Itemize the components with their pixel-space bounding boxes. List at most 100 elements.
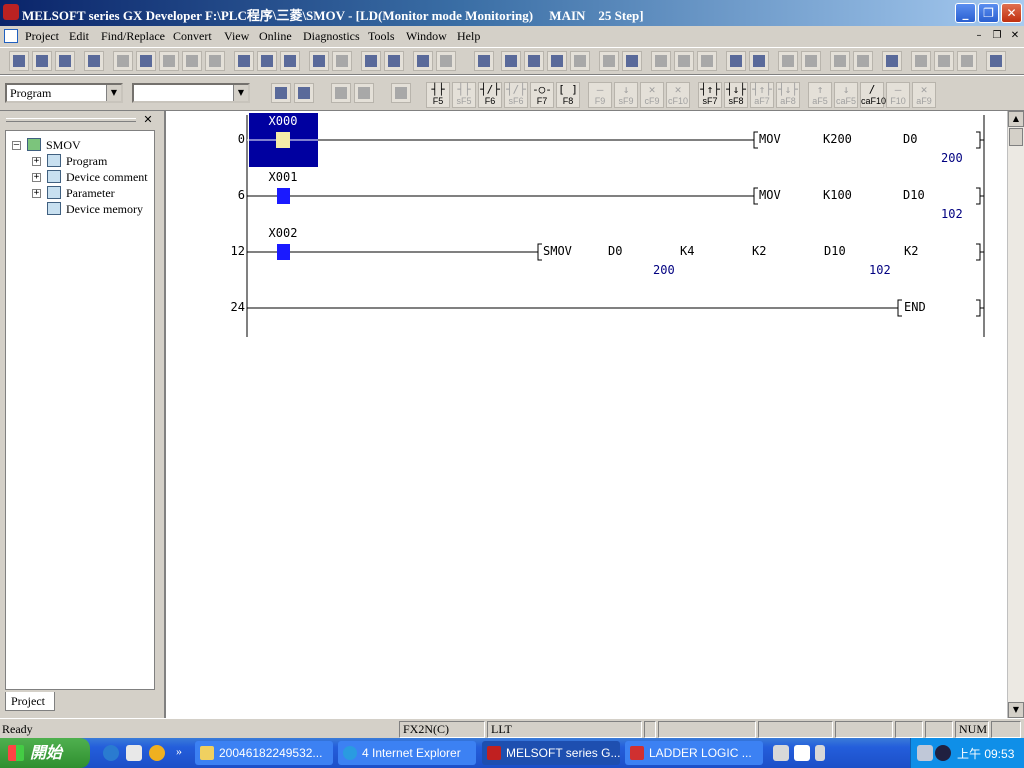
list-view-button[interactable] [294,83,314,103]
ladder-tool-3-button[interactable] [697,51,717,71]
application-instruction-button[interactable]: [ ] F8 [556,82,580,108]
start-button[interactable]: 開始 [0,738,90,768]
menu-diagnostics[interactable]: Diagnostics [303,29,360,44]
data-type-select[interactable]: Program ▼ [5,83,123,103]
tree-item-parameter[interactable]: Parameter [66,186,115,201]
scroll-up-button[interactable]: ▲ [1008,111,1024,127]
open-contact-button[interactable]: ┤├ F5 [426,82,450,108]
tree-item-device-comment[interactable]: Device comment [66,170,148,185]
menu-project[interactable]: Project [25,29,59,44]
task-folder[interactable]: 20046182249532... [195,741,333,765]
diagnostics-1-button[interactable] [830,51,850,71]
menu-view[interactable]: View [224,29,249,44]
menu-tools[interactable]: Tools [368,29,395,44]
closed-branch-button[interactable]: ┤/├ sF6 [504,82,528,108]
rung-12[interactable]: 12 X002 SMOV D0 K4 K2 D10 K2 200 102 [231,226,984,277]
paste-button[interactable] [159,51,179,71]
quicklaunch-more-icon[interactable]: » [176,744,182,759]
step-search-button[interactable] [280,51,300,71]
menu-online[interactable]: Online [259,29,292,44]
scroll-down-button[interactable]: ▼ [1008,702,1024,718]
rung-0[interactable]: 0 X000 MOV K200 D0 200 [238,113,984,167]
tree-item-smov[interactable]: SMOV [46,138,81,153]
instruction-search-button[interactable] [257,51,277,71]
tree-item-program[interactable]: Program [66,154,107,169]
window-layout-button[interactable] [986,51,1006,71]
sfc-2-button[interactable] [801,51,821,71]
read-mode-button[interactable] [599,51,619,71]
entry-data-monitor-button[interactable] [749,51,769,71]
sfc-button[interactable] [778,51,798,71]
document-icon[interactable] [4,29,18,43]
falling-pulse-button[interactable]: ┤↓├ sF8 [724,82,748,108]
mdi-minimize-button[interactable]: – [972,29,986,43]
invert-button[interactable]: / caF10 [860,82,886,108]
vertical-line-button[interactable]: ↓ sF9 [614,82,638,108]
line-draw-button[interactable]: — F10 [886,82,910,108]
zoom-in-button[interactable] [361,51,381,71]
maximize-button[interactable]: ❐ [978,3,999,23]
operation-rising-button[interactable]: ↑ aF5 [808,82,832,108]
redo-button[interactable] [205,51,225,71]
undo-button[interactable] [182,51,202,71]
title-bar[interactable]: MELSOFT series GX Developer F:\PLC程序\三菱\… [0,0,1024,26]
open-branch-button[interactable]: ┤├ sF5 [452,82,476,108]
collapse-icon[interactable]: – [12,141,21,150]
vertical-scrollbar[interactable]: ▲ ▼ [1007,111,1024,718]
help-2-button[interactable] [934,51,954,71]
media-quicklaunch-icon[interactable] [149,745,165,761]
rung-24[interactable]: 24 END [231,299,984,317]
ie-quicklaunch-icon[interactable] [103,745,119,761]
zoom-out-button[interactable] [384,51,404,71]
statement-button[interactable] [501,51,521,71]
horizontal-line-button[interactable]: — F9 [588,82,612,108]
read-from-plc-button[interactable] [332,51,352,71]
write-to-plc-button[interactable] [309,51,329,71]
task-internet-explorer[interactable]: 4 Internet Explorer [338,741,476,765]
monitor-mode-button[interactable] [547,51,567,71]
expand-icon[interactable]: + [32,189,41,198]
falling-pulse-branch-button[interactable]: ┤↓├ aF8 [776,82,800,108]
tree-item-device-memory[interactable]: Device memory [66,202,143,217]
minimize-button[interactable]: _ [955,3,976,23]
copy-button[interactable] [136,51,156,71]
explorer-quicklaunch-icon[interactable] [126,745,142,761]
find-button[interactable] [882,51,902,71]
open-project-button[interactable] [32,51,52,71]
menu-find-replace[interactable]: Find/Replace [101,29,165,44]
diagnostics-2-button[interactable] [853,51,873,71]
new-project-button[interactable] [9,51,29,71]
delete-horizontal-button[interactable]: ✕ cF9 [640,82,664,108]
rung-6[interactable]: 6 X001 MOV K100 D10 102 [238,170,984,221]
ladder-tool-2-button[interactable] [674,51,694,71]
print-button[interactable] [84,51,104,71]
keyboard-icon[interactable] [773,745,789,761]
task-melsoft[interactable]: MELSOFT series G... [482,741,620,765]
help-1-button[interactable] [911,51,931,71]
close-button[interactable]: ✕ [1001,3,1022,23]
closed-contact-button[interactable]: ┤/├ F6 [478,82,502,108]
delete-vertical-button[interactable]: ✕ cF10 [666,82,690,108]
expand-icon[interactable]: + [32,157,41,166]
monitor-button[interactable] [413,51,433,71]
read-mode-ladder-button[interactable] [331,83,351,103]
save-button[interactable] [55,51,75,71]
menu-edit[interactable]: Edit [69,29,89,44]
clock[interactable]: 上午 09:53 [957,745,1014,762]
help-3-button[interactable] [957,51,977,71]
panel-close-button[interactable]: ✕ [141,113,155,127]
expand-icon[interactable]: + [32,173,41,182]
scroll-thumb[interactable] [1009,128,1023,146]
ladder-view-button[interactable] [271,83,291,103]
dropdown-arrow-icon[interactable]: ▼ [106,85,121,101]
help-icon[interactable] [794,745,810,761]
cut-button[interactable] [113,51,133,71]
menu-convert[interactable]: Convert [173,29,212,44]
dropdown-arrow-icon[interactable]: ▼ [233,85,248,101]
monitor-stop-button[interactable] [436,51,456,71]
device-batch-button[interactable] [726,51,746,71]
panel-grip[interactable] [6,118,136,122]
comment-button[interactable] [474,51,494,71]
convert-button[interactable] [391,83,411,103]
language-bar-icon[interactable] [815,745,825,761]
